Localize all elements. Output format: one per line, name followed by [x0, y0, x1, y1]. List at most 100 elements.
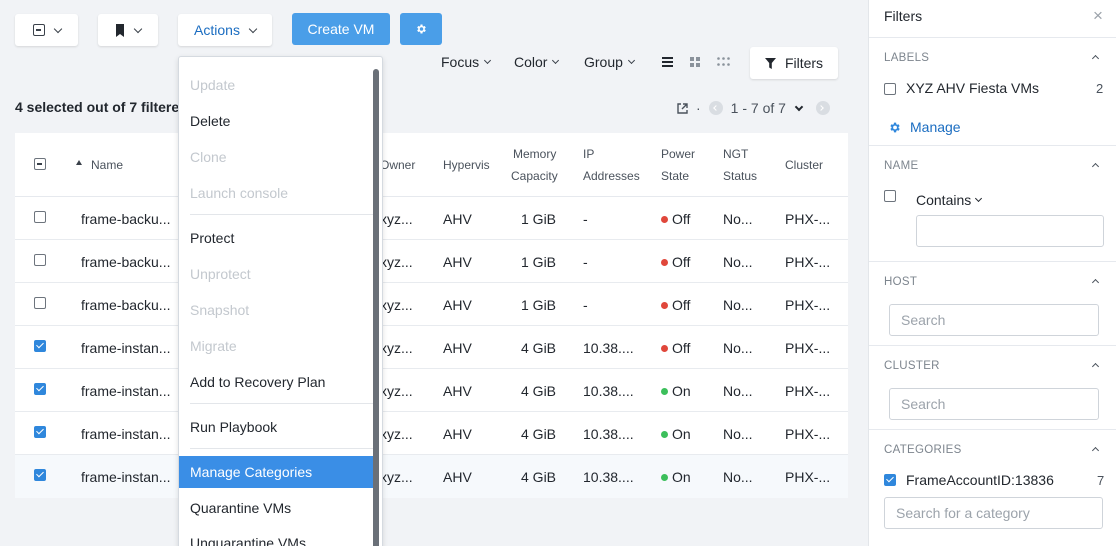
- bookmark-icon: [116, 23, 124, 37]
- table-row[interactable]: frame-backu... xyz... AHV 1 GiB - Off No…: [15, 197, 848, 240]
- name-filter-input[interactable]: [916, 215, 1104, 247]
- cluster-search-input[interactable]: Search: [889, 388, 1099, 420]
- color-dropdown[interactable]: Color: [514, 54, 560, 70]
- header-power-line1[interactable]: Power: [661, 143, 695, 165]
- filters-button[interactable]: Filters: [750, 47, 838, 79]
- collapse-chevron-icon[interactable]: [1091, 278, 1100, 287]
- menu-item-manage-categories[interactable]: Manage Categories: [179, 456, 374, 488]
- vm-name[interactable]: frame-backu...: [81, 254, 170, 270]
- header-power-line2[interactable]: State: [661, 165, 689, 187]
- vm-name[interactable]: frame-instan...: [81, 383, 170, 399]
- status-on-icon: [661, 474, 668, 481]
- collapse-chevron-icon[interactable]: [1091, 162, 1100, 171]
- row-checkbox[interactable]: [34, 383, 46, 395]
- menu-item-clone: Clone: [190, 149, 227, 165]
- pagination: · 1 - 7 of 7: [677, 100, 830, 116]
- vm-name[interactable]: frame-instan...: [81, 426, 170, 442]
- status-off-icon: [661, 216, 668, 223]
- name-filter-checkbox[interactable]: [884, 190, 896, 202]
- next-page-icon[interactable]: [815, 101, 830, 115]
- vm-memory: 4 GiB: [521, 340, 557, 356]
- header-cluster[interactable]: Cluster: [785, 154, 823, 176]
- vm-ip: 10.38....: [583, 469, 634, 485]
- header-memory-line2[interactable]: Capacity: [511, 165, 558, 187]
- bookmark-button[interactable]: [98, 14, 158, 46]
- vm-cluster: PHX-...: [785, 383, 831, 399]
- vm-power-state: Off: [661, 211, 690, 227]
- name-operator-dropdown[interactable]: Contains: [916, 192, 983, 208]
- table-row[interactable]: frame-instan... xyz... AHV 4 GiB 10.38..…: [15, 369, 848, 412]
- header-ip-line1[interactable]: IP: [583, 143, 594, 165]
- chevron-down-icon: [133, 24, 143, 33]
- gear-icon: [417, 24, 426, 34]
- collapse-chevron-icon[interactable]: [1091, 54, 1100, 63]
- close-icon[interactable]: ×: [1093, 6, 1103, 26]
- vm-ngt-status: No...: [723, 254, 753, 270]
- focus-dropdown[interactable]: Focus: [441, 54, 492, 70]
- menu-item-add-to-recovery-plan[interactable]: Add to Recovery Plan: [179, 366, 374, 398]
- table-row[interactable]: frame-backu... xyz... AHV 1 GiB - Off No…: [15, 240, 848, 283]
- vm-ip: 10.38....: [583, 340, 634, 356]
- menu-divider: [190, 448, 374, 449]
- table-row[interactable]: frame-backu... xyz... AHV 1 GiB - Off No…: [15, 283, 848, 326]
- menu-item-unquarantine-vms[interactable]: Unquarantine VMs: [179, 527, 374, 546]
- vm-owner: xyz...: [380, 254, 413, 270]
- actions-menu: Update Delete Clone Launch console Prote…: [178, 56, 383, 546]
- category-checkbox[interactable]: [884, 474, 896, 486]
- header-owner[interactable]: Owner: [380, 154, 415, 176]
- vm-name[interactable]: frame-instan...: [81, 340, 170, 356]
- grid-view-button[interactable]: [690, 57, 700, 67]
- vm-cluster: PHX-...: [785, 297, 831, 313]
- row-checkbox[interactable]: [34, 254, 46, 266]
- tile-view-button[interactable]: [717, 57, 730, 66]
- menu-item-protect[interactable]: Protect: [179, 222, 374, 254]
- header-ngt-line1[interactable]: NGT: [723, 143, 748, 165]
- vm-name[interactable]: frame-instan...: [81, 469, 170, 485]
- vm-hypervisor: AHV: [443, 211, 472, 227]
- header-hypervisor[interactable]: Hypervis: [443, 154, 490, 176]
- vm-name[interactable]: frame-backu...: [81, 297, 170, 313]
- power-label: On: [672, 426, 691, 442]
- export-icon[interactable]: [677, 102, 688, 114]
- manage-labels-link[interactable]: Manage: [910, 119, 961, 135]
- group-label: Group: [584, 54, 623, 70]
- prev-page-icon[interactable]: [708, 101, 723, 115]
- label-checkbox[interactable]: [884, 83, 896, 95]
- create-vm-button[interactable]: Create VM: [292, 13, 390, 45]
- menu-item-snapshot: Snapshot: [190, 302, 250, 318]
- header-ngt-line2[interactable]: Status: [723, 165, 757, 187]
- table-row[interactable]: frame-instan... xyz... AHV 4 GiB 10.38..…: [15, 455, 848, 498]
- row-checkbox[interactable]: [34, 469, 46, 481]
- host-search-input[interactable]: Search: [889, 304, 1099, 336]
- row-checkbox[interactable]: [34, 340, 46, 352]
- group-dropdown[interactable]: Group: [584, 54, 635, 70]
- header-memory-line1[interactable]: Memory: [513, 143, 556, 165]
- vm-memory: 4 GiB: [521, 426, 557, 442]
- sort-ascending-icon[interactable]: [76, 160, 82, 165]
- menu-item-delete[interactable]: Delete: [179, 105, 374, 137]
- list-view-button[interactable]: [662, 57, 673, 67]
- vm-hypervisor: AHV: [443, 340, 472, 356]
- row-checkbox[interactable]: [34, 211, 46, 223]
- row-checkbox[interactable]: [34, 297, 46, 309]
- table-row[interactable]: frame-instan... xyz... AHV 4 GiB 10.38..…: [15, 412, 848, 455]
- collapse-chevron-icon[interactable]: [1091, 362, 1100, 371]
- categories-section: CATEGORIES FrameAccountID:13836 7 Search…: [869, 429, 1116, 546]
- menu-scrollbar[interactable]: [373, 69, 379, 546]
- actions-button[interactable]: Actions: [178, 14, 272, 46]
- settings-button[interactable]: [400, 13, 442, 45]
- category-search-input[interactable]: Search for a category: [884, 497, 1103, 529]
- view-select-button[interactable]: [15, 14, 78, 46]
- row-checkbox[interactable]: [34, 426, 46, 438]
- menu-item-run-playbook[interactable]: Run Playbook: [179, 411, 374, 443]
- power-label: On: [672, 469, 691, 485]
- header-ip-line2[interactable]: Addresses: [583, 165, 640, 187]
- collapse-chevron-icon[interactable]: [1091, 446, 1100, 455]
- header-name[interactable]: Name: [91, 154, 123, 176]
- page-range-chevron-icon[interactable]: [794, 102, 804, 111]
- select-all-checkbox[interactable]: [34, 158, 46, 170]
- menu-divider: [190, 403, 374, 404]
- vm-name[interactable]: frame-backu...: [81, 211, 170, 227]
- menu-item-quarantine-vms[interactable]: Quarantine VMs: [179, 492, 374, 524]
- table-row[interactable]: frame-instan... xyz... AHV 4 GiB 10.38..…: [15, 326, 848, 369]
